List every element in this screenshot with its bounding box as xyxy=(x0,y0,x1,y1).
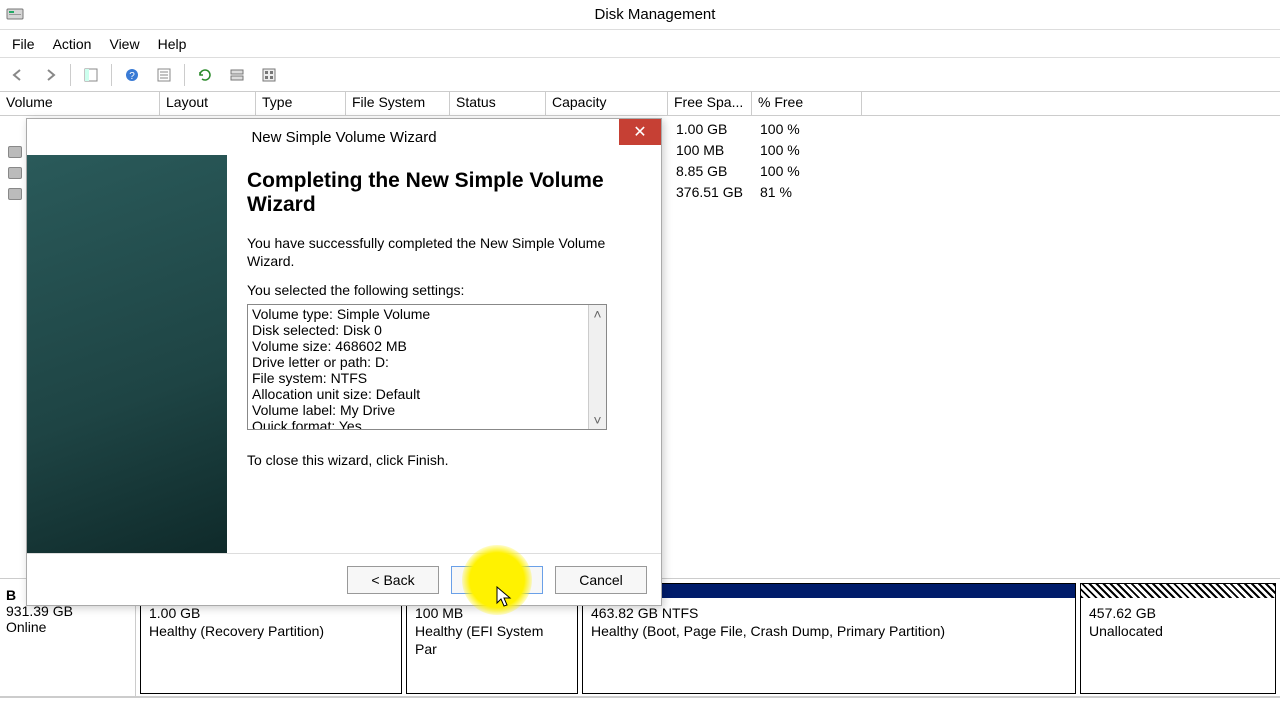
disk-list-icon[interactable] xyxy=(225,63,249,87)
setting-line: Volume type: Simple Volume xyxy=(252,306,602,322)
volume-icons-peek xyxy=(8,146,22,209)
wizard-heading: Completing the New Simple Volume Wizard xyxy=(247,169,641,217)
cell-pct: 100 % xyxy=(760,142,840,163)
col-pctfree[interactable]: % Free xyxy=(752,92,862,115)
wizard-completed-text: You have successfully completed the New … xyxy=(247,235,641,270)
dialog-title: New Simple Volume Wizard xyxy=(251,129,436,146)
partition-status: Healthy (Boot, Page File, Crash Dump, Pr… xyxy=(591,622,1067,640)
menu-action[interactable]: Action xyxy=(53,36,92,52)
window-title: Disk Management xyxy=(30,6,1280,23)
partition-status: Unallocated xyxy=(1089,622,1267,640)
scroll-down-icon[interactable]: ˅ xyxy=(589,411,606,429)
col-capacity[interactable]: Capacity xyxy=(546,92,668,115)
list-row[interactable]: 1.00 GB100 % xyxy=(676,121,840,142)
partition-status: Healthy (Recovery Partition) xyxy=(149,622,393,640)
partition-status: Healthy (EFI System Par xyxy=(415,622,569,658)
volume-list-partial: 1.00 GB100 % 100 MB100 % 8.85 GB100 % 37… xyxy=(676,121,840,205)
wizard-banner xyxy=(27,155,227,553)
partition-size: 457.62 GB xyxy=(1089,604,1267,622)
menu-view[interactable]: View xyxy=(109,36,139,52)
setting-line: File system: NTFS xyxy=(252,370,602,386)
wizard-buttons: < Back Finish Cancel xyxy=(27,553,661,605)
cell-free: 8.85 GB xyxy=(676,163,760,184)
menu-file[interactable]: File xyxy=(12,36,35,52)
cursor-icon xyxy=(496,586,514,608)
scroll-up-icon[interactable]: ˄ xyxy=(589,305,606,323)
forward-arrow-icon[interactable] xyxy=(38,63,62,87)
col-freespace[interactable]: Free Spa... xyxy=(668,92,752,115)
divider xyxy=(0,696,1280,698)
cancel-button[interactable]: Cancel xyxy=(555,566,647,594)
show-hide-icon[interactable] xyxy=(79,63,103,87)
setting-line: Drive letter or path: D: xyxy=(252,354,602,370)
cell-pct: 100 % xyxy=(760,121,840,142)
properties-icon[interactable] xyxy=(152,63,176,87)
cell-free: 376.51 GB xyxy=(676,184,760,205)
partition-stripe xyxy=(1081,584,1275,598)
wizard-close-text: To close this wizard, click Finish. xyxy=(247,452,641,470)
toolbar-separator xyxy=(184,64,185,86)
column-headers: Volume Layout Type File System Status Ca… xyxy=(0,92,1280,116)
list-row[interactable]: 376.51 GB81 % xyxy=(676,184,840,205)
app-icon xyxy=(6,6,24,24)
col-filesystem[interactable]: File System xyxy=(346,92,450,115)
col-type[interactable]: Type xyxy=(256,92,346,115)
close-icon: ✕ xyxy=(633,122,646,142)
help-icon[interactable]: ? xyxy=(120,63,144,87)
menu-help[interactable]: Help xyxy=(158,36,187,52)
dialog-titlebar[interactable]: New Simple Volume Wizard ✕ xyxy=(27,119,661,155)
cell-free: 1.00 GB xyxy=(676,121,760,142)
toolbar: ? xyxy=(0,58,1280,92)
partition-size: 1.00 GB xyxy=(149,604,393,622)
toolbar-separator xyxy=(111,64,112,86)
toolbar-separator xyxy=(70,64,71,86)
disk-status: Online xyxy=(6,619,129,635)
col-volume[interactable]: Volume xyxy=(0,92,160,115)
col-layout[interactable]: Layout xyxy=(160,92,256,115)
setting-line: Allocation unit size: Default xyxy=(252,386,602,402)
list-row[interactable]: 8.85 GB100 % xyxy=(676,163,840,184)
back-button[interactable]: < Back xyxy=(347,566,439,594)
svg-text:?: ? xyxy=(129,71,135,82)
cell-pct: 81 % xyxy=(760,184,840,205)
back-arrow-icon[interactable] xyxy=(6,63,30,87)
cell-pct: 100 % xyxy=(760,163,840,184)
col-status[interactable]: Status xyxy=(450,92,546,115)
setting-line: Volume label: My Drive xyxy=(252,402,602,418)
close-button[interactable]: ✕ xyxy=(619,119,661,145)
wizard-settings-label: You selected the following settings: xyxy=(247,282,641,300)
partition-size: 463.82 GB NTFS xyxy=(591,604,1067,622)
partition-unallocated[interactable]: 457.62 GBUnallocated xyxy=(1080,583,1276,694)
scroll-thumb[interactable] xyxy=(592,325,604,409)
setting-line: Disk selected: Disk 0 xyxy=(252,322,602,338)
refresh-icon[interactable] xyxy=(193,63,217,87)
setting-line: Volume size: 468602 MB xyxy=(252,338,602,354)
partition-size: 100 MB xyxy=(415,604,569,622)
settings-icon[interactable] xyxy=(257,63,281,87)
settings-listbox[interactable]: Volume type: Simple Volume Disk selected… xyxy=(247,304,607,430)
wizard-content: Completing the New Simple Volume Wizard … xyxy=(227,155,661,553)
setting-line: Quick format: Yes xyxy=(252,418,602,430)
titlebar: Disk Management xyxy=(0,0,1280,30)
cell-free: 100 MB xyxy=(676,142,760,163)
scrollbar[interactable]: ˄ ˅ xyxy=(588,305,606,429)
menubar: File Action View Help xyxy=(0,30,1280,58)
new-volume-wizard-dialog: New Simple Volume Wizard ✕ Completing th… xyxy=(26,118,662,606)
list-row[interactable]: 100 MB100 % xyxy=(676,142,840,163)
